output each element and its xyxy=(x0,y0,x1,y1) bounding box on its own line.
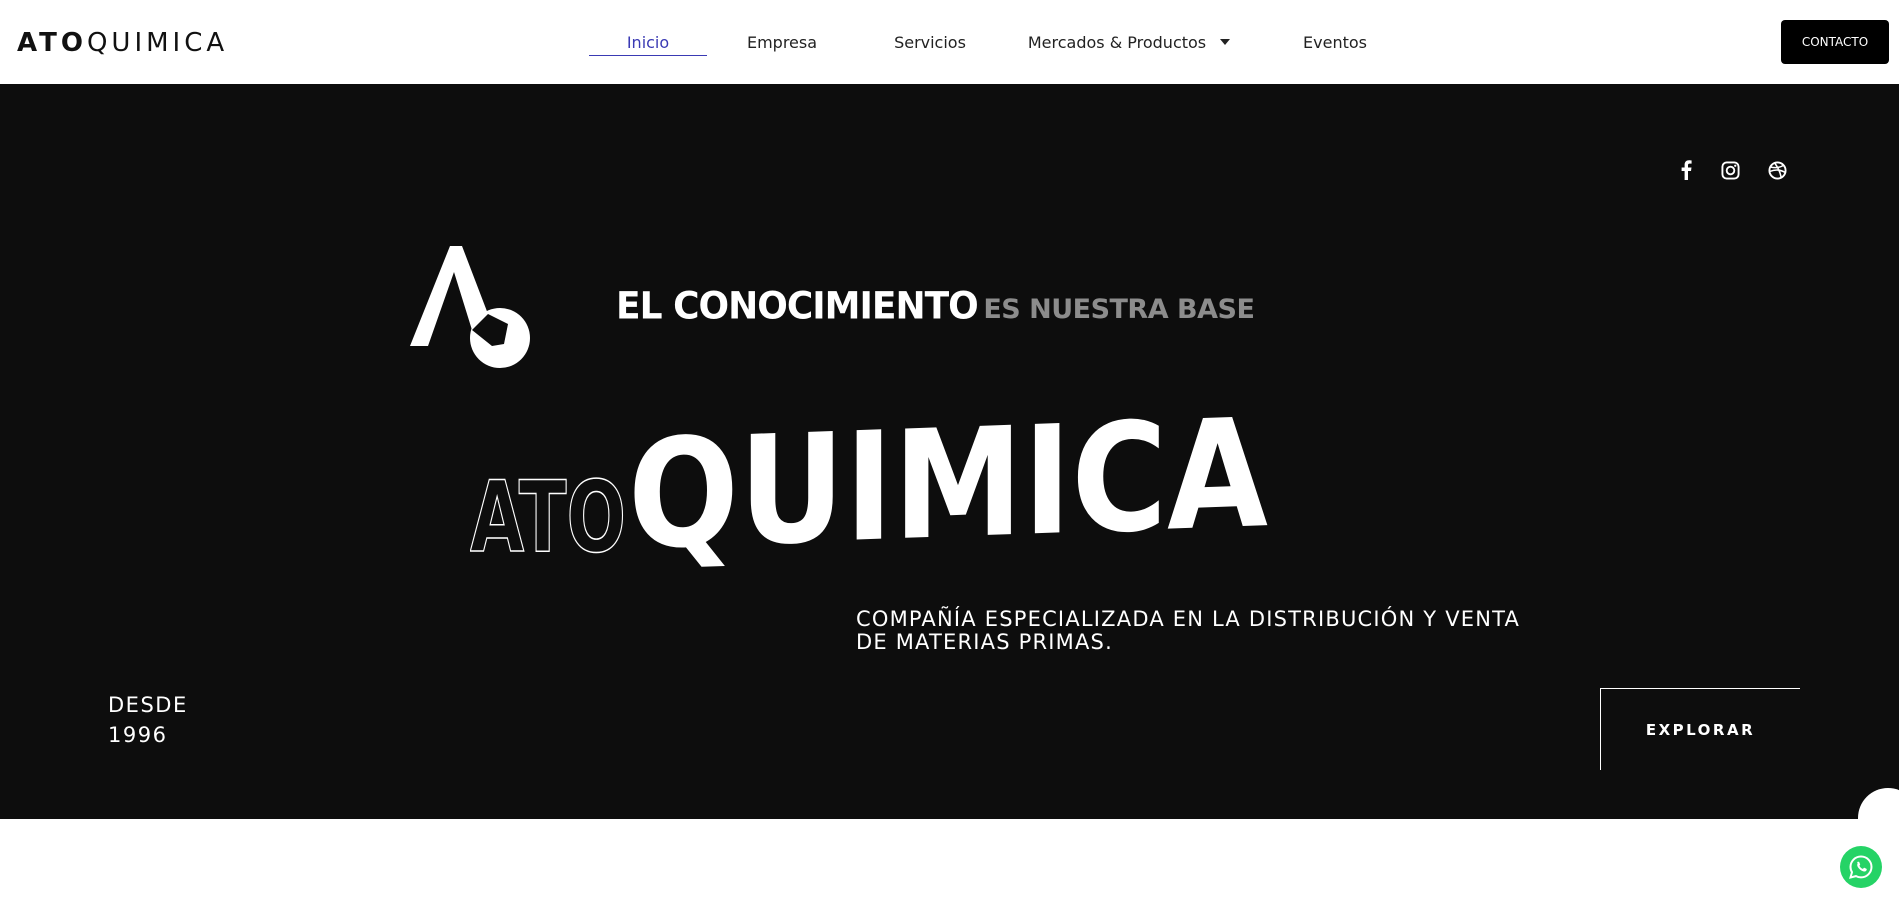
nav-item-eventos[interactable]: Eventos xyxy=(1255,0,1415,84)
facebook-icon[interactable] xyxy=(1672,156,1700,184)
logo-light-text: QUIMICA xyxy=(86,28,229,58)
nav-item-label: Inicio xyxy=(626,32,670,52)
since-year: 1996 xyxy=(108,723,168,747)
dribbble-icon[interactable] xyxy=(1763,156,1791,184)
hero-subtitle: COMPAÑÍA ESPECIALIZADA EN LA DISTRIBUCIÓ… xyxy=(856,607,1521,654)
whatsapp-icon xyxy=(1849,855,1873,879)
whatsapp-button[interactable] xyxy=(1840,846,1882,888)
logo-bold-text: ATO xyxy=(17,28,87,58)
nav-item-label: Eventos xyxy=(1303,32,1367,52)
nav-item-mercados-productos[interactable]: Mercados & Productos xyxy=(1003,0,1255,84)
title-solid-text: QUIMICA xyxy=(628,389,1268,569)
nav-item-servicios[interactable]: Servicios xyxy=(857,0,1003,84)
nav-item-inicio[interactable]: Inicio xyxy=(589,0,707,84)
hero-title: ATO QUIMICA xyxy=(470,389,1268,569)
site-logo[interactable]: ATOQUIMICA xyxy=(17,28,228,58)
since-text: DESDE xyxy=(108,693,188,717)
since-label: DESDE 1996 xyxy=(108,690,188,750)
scroll-indicator[interactable] xyxy=(1858,788,1899,819)
chevron-down-icon xyxy=(1220,39,1231,45)
tagline-primary: EL CONOCIMIENTO xyxy=(616,284,979,329)
nav-item-label: Servicios xyxy=(894,32,966,52)
hero-section: EL CONOCIMIENTO ES NUESTRA BASE ATO QUIM… xyxy=(0,84,1899,819)
hero-tagline: EL CONOCIMIENTO ES NUESTRA BASE xyxy=(616,284,1255,329)
title-outline-text: ATO xyxy=(470,461,626,569)
tagline-secondary: ES NUESTRA BASE xyxy=(983,294,1255,325)
instagram-icon[interactable] xyxy=(1716,156,1744,184)
brand-mark-logo xyxy=(410,246,530,368)
contact-button[interactable]: CONTACTO xyxy=(1781,20,1889,64)
nav-item-label: Mercados & Productos xyxy=(1027,32,1207,52)
main-nav: Inicio Empresa Servicios Mercados & Prod… xyxy=(589,0,1415,84)
site-header: ATOQUIMICA Inicio Empresa Servicios Merc… xyxy=(0,0,1899,84)
nav-item-label: Empresa xyxy=(746,32,818,52)
explore-button[interactable]: EXPLORAR xyxy=(1600,688,1800,770)
nav-item-empresa[interactable]: Empresa xyxy=(707,0,857,84)
